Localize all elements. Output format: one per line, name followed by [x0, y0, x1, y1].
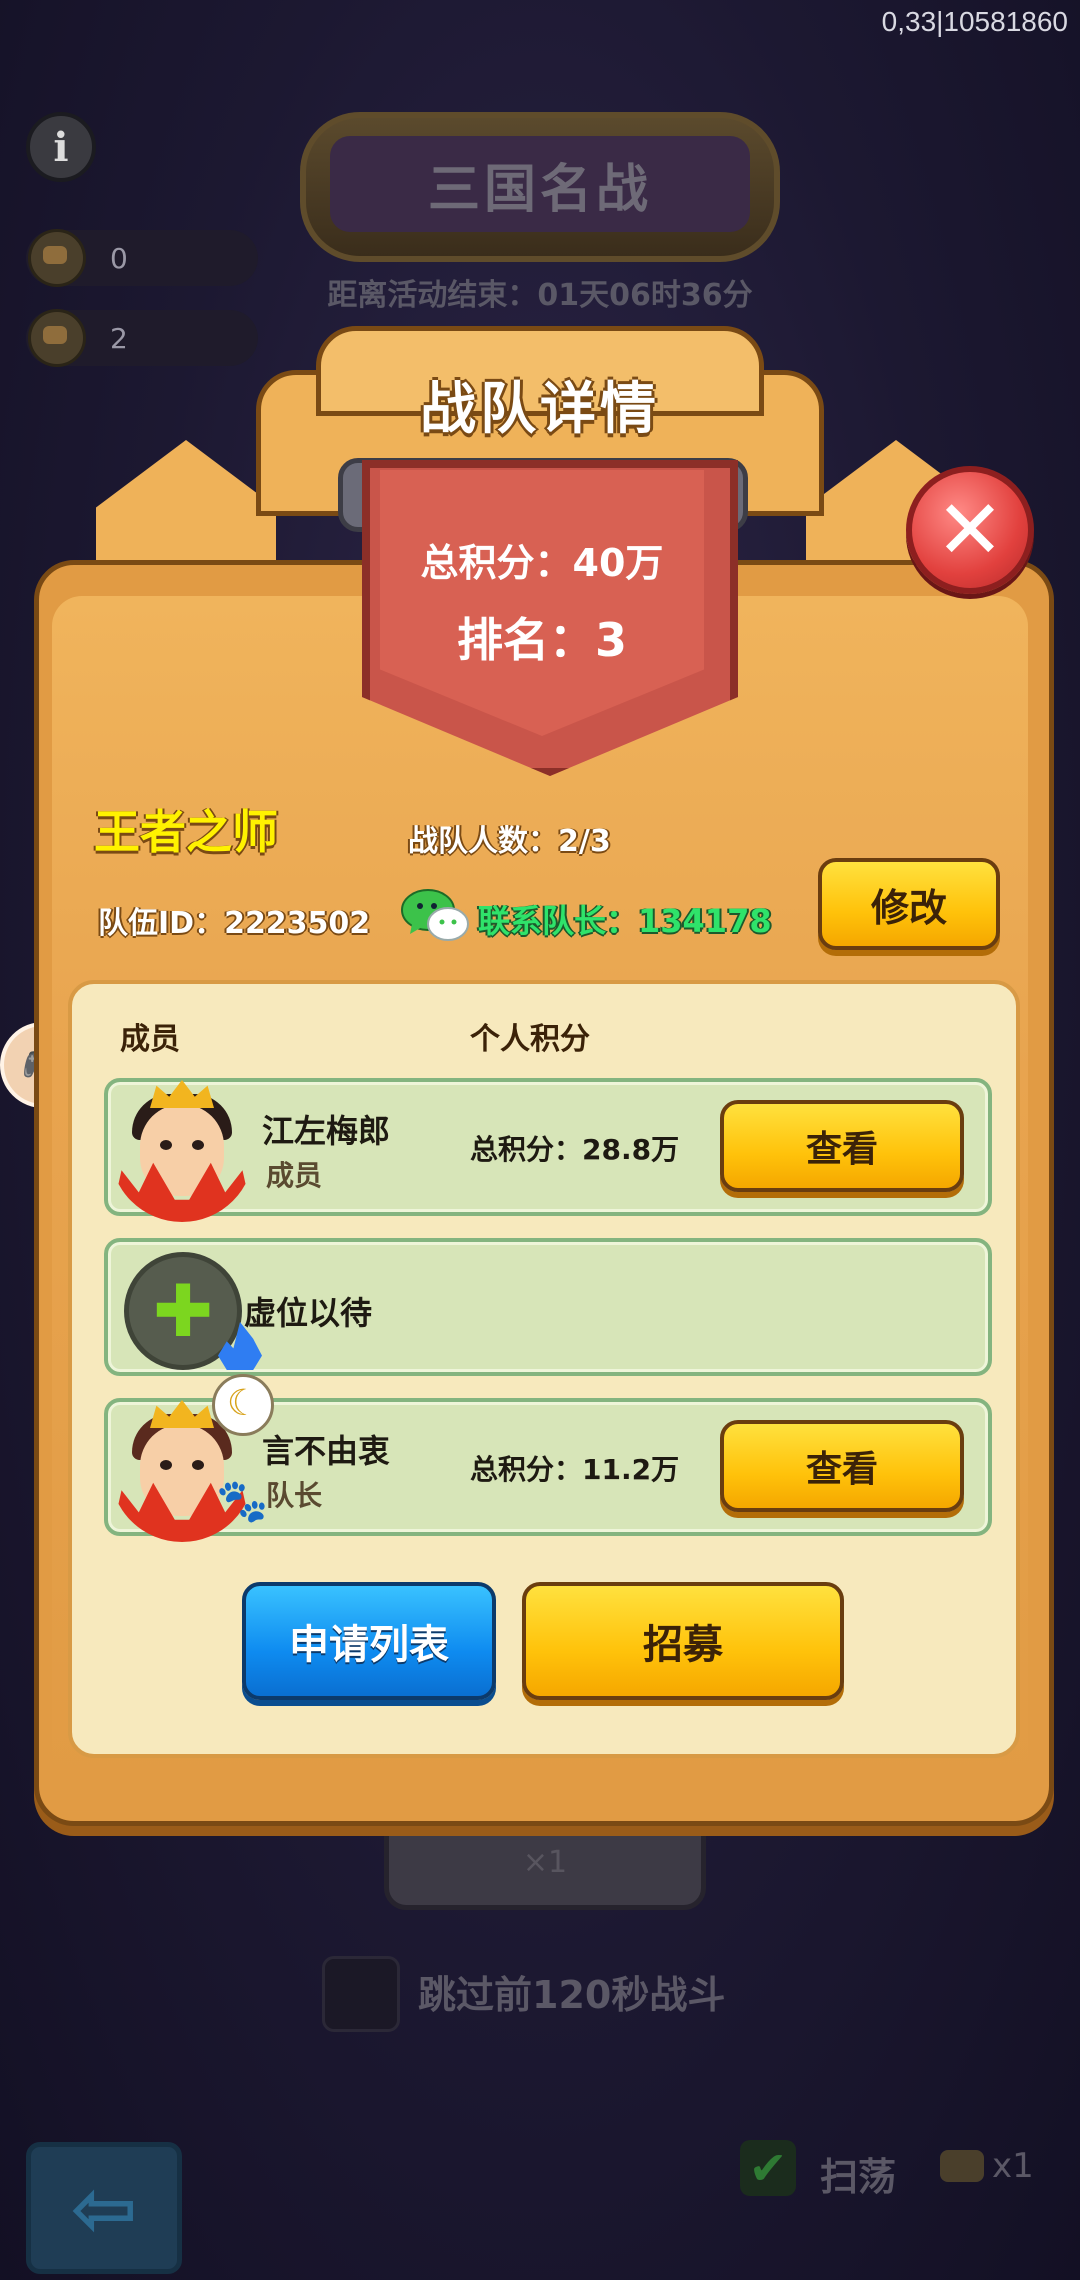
empty-slot-label: 虚位以待: [244, 1294, 373, 1332]
resource-counter-scrolls: 2: [26, 309, 258, 367]
team-name: 王者之师: [94, 805, 278, 859]
debug-readout: 0,33|10581860: [881, 6, 1068, 37]
edit-button[interactable]: 修改: [818, 858, 1000, 950]
sweep-cost-value: x1: [992, 2146, 1034, 2186]
battle-cost: ×1: [522, 1845, 568, 1880]
resource-value: 2: [110, 321, 128, 355]
view-member-button[interactable]: 查看: [720, 1100, 964, 1192]
close-icon: ✕: [935, 482, 1005, 578]
dialog-title: 战队详情: [420, 377, 660, 442]
member-role: 成员: [266, 1159, 323, 1192]
sweep-check-icon[interactable]: ✔: [740, 2140, 796, 2196]
scroll-ticket-icon: [28, 309, 86, 367]
team-rank: 排名：3: [456, 613, 627, 667]
recruit-button[interactable]: 招募: [522, 1582, 844, 1700]
team-member-count: 战队人数：2/3: [408, 824, 611, 859]
column-header-member: 成员: [120, 1022, 180, 1057]
team-total-score: 总积分：40万: [420, 541, 664, 585]
apply-list-button[interactable]: 申请列表: [242, 1582, 496, 1700]
contact-captain-link[interactable]: 联系队长：134178: [478, 896, 772, 942]
member-score: 总积分：28.8万: [470, 1133, 680, 1166]
member-name: 江左梅郎: [262, 1112, 391, 1150]
column-header-score: 个人积分: [470, 1022, 590, 1057]
sweep-label: 扫荡: [820, 2155, 897, 2199]
team-id: 队伍ID：2223502: [98, 906, 371, 941]
event-title: 三国名战: [330, 136, 750, 232]
member-avatar[interactable]: [110, 1078, 254, 1222]
sweep-cost: x1: [940, 2146, 1034, 2186]
view-member-button[interactable]: 查看: [720, 1420, 964, 1512]
scroll-ticket-icon: [940, 2150, 984, 2182]
member-name: 言不由衷: [262, 1432, 391, 1470]
paw-icon: 🐾: [216, 1476, 269, 1525]
close-button[interactable]: ✕: [906, 466, 1034, 594]
event-countdown: 距离活动结束：01天06时36分: [327, 278, 753, 313]
member-role: 队长: [266, 1479, 323, 1512]
wechat-icon[interactable]: [400, 886, 470, 944]
skip-label: 跳过前120秒战斗: [418, 1973, 726, 2017]
member-score: 总积分：11.2万: [470, 1453, 680, 1486]
event-title-banner: 三国名战: [300, 112, 780, 262]
skip-checkbox[interactable]: [322, 1956, 400, 2032]
info-icon[interactable]: i: [26, 112, 96, 182]
plus-icon: ✚: [152, 1269, 214, 1353]
back-arrow-button[interactable]: ⇦: [26, 2142, 182, 2274]
